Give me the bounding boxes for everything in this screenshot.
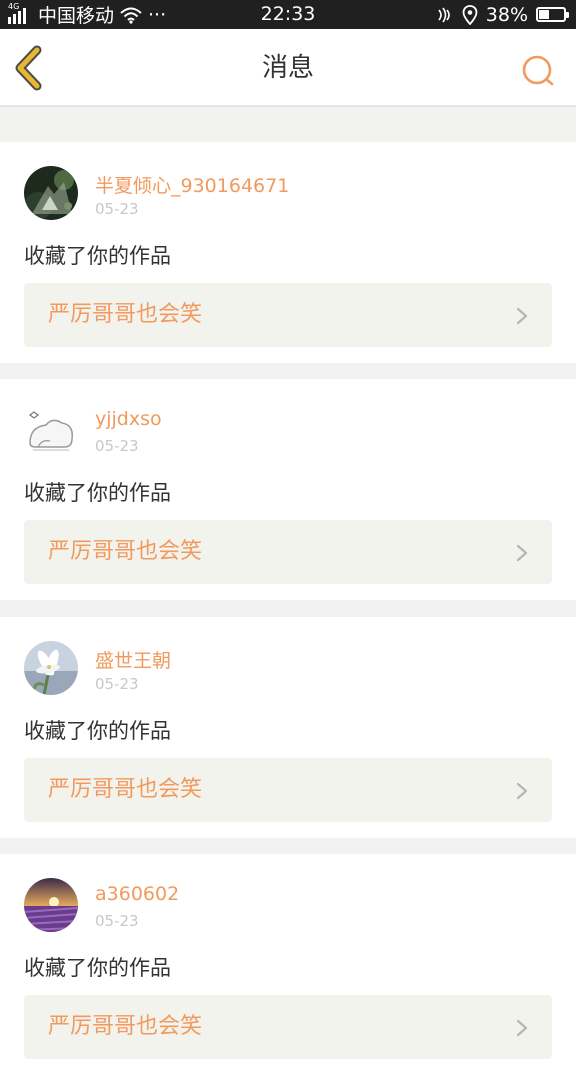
username[interactable]: a360602 [95,883,179,905]
chevron-right-icon [516,544,528,562]
notification-card: 盛世王朝 05-23 收藏了你的作品 严厉哥哥也会笑 [0,617,576,838]
work-title: 严厉哥哥也会笑 [48,777,203,802]
username[interactable]: 盛世王朝 [95,646,171,673]
back-button[interactable] [10,45,54,91]
user-avatar[interactable] [24,403,78,457]
work-link[interactable]: 严厉哥哥也会笑 [24,995,552,1059]
work-link[interactable]: 严厉哥哥也会笑 [24,520,552,584]
notification-date: 05-23 [95,437,139,455]
chevron-left-icon [15,45,42,91]
notification-action: 收藏了你的作品 [24,244,171,268]
chevron-right-icon [516,782,528,800]
battery-icon [536,7,569,22]
chevron-right-icon [516,307,528,325]
work-link[interactable]: 严厉哥哥也会笑 [24,283,552,347]
battery-percent: 38% [485,3,528,26]
work-link[interactable]: 严厉哥哥也会笑 [24,758,552,822]
notification-date: 05-23 [95,200,139,218]
notification-date: 05-23 [95,675,139,693]
page-title: 消息 [261,53,314,83]
battery-level-fill [539,10,549,19]
work-title: 严厉哥哥也会笑 [48,1014,203,1039]
sketch-avatar-icon [24,403,78,457]
lily-flower-avatar-icon [24,641,78,695]
status-bar-right: 38% [436,3,569,26]
user-avatar[interactable] [24,878,78,932]
notification-date: 05-23 [95,912,139,930]
search-icon [522,55,554,86]
search-button[interactable] [518,51,558,91]
nfc-icon [438,7,450,22]
lavender-field-avatar-icon [24,878,78,932]
location-icon [462,4,478,25]
notification-card: yjjdxso 05-23 收藏了你的作品 严厉哥哥也会笑 [0,379,576,600]
nav-bar: 消息 [0,29,576,107]
notification-card: 半夏倾心_930164671 05-23 收藏了你的作品 严厉哥哥也会笑 [0,142,576,363]
user-avatar[interactable] [24,166,78,220]
photo-avatar-icon [24,166,78,220]
notification-card: a360602 05-23 收藏了你的作品 严厉哥哥也会笑 [0,854,576,1075]
status-bar: 4G 中国移动 ··· 22:33 38% [0,0,576,29]
notification-action: 收藏了你的作品 [24,956,171,980]
work-title: 严厉哥哥也会笑 [48,302,203,327]
notification-action: 收藏了你的作品 [24,719,171,743]
notification-action: 收藏了你的作品 [24,481,171,505]
work-title: 严厉哥哥也会笑 [48,539,203,564]
chevron-right-icon [516,1019,528,1037]
username[interactable]: 半夏倾心_930164671 [95,171,289,198]
username[interactable]: yjjdxso [95,408,162,430]
user-avatar[interactable] [24,641,78,695]
